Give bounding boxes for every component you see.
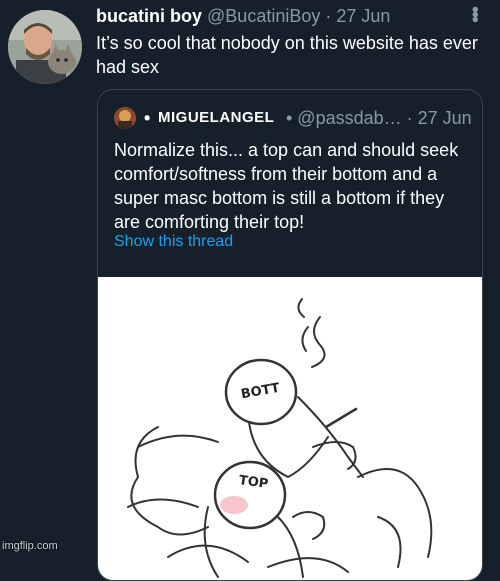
author-handle[interactable]: @BucatiniBoy bbox=[207, 6, 320, 26]
author-name[interactable]: bucatini boy bbox=[96, 6, 202, 26]
quoted-author-meta[interactable]: • @passdab… · 27 Jun bbox=[286, 106, 472, 130]
more-vertical-icon[interactable]: ••• bbox=[463, 4, 486, 24]
author-avatar[interactable] bbox=[8, 10, 82, 84]
quoted-author-avatar[interactable] bbox=[114, 107, 136, 129]
separator: · bbox=[325, 6, 332, 26]
tweet-text: It’s so cool that nobody on this website… bbox=[96, 33, 478, 77]
tweet-header: bucatini boy @BucatiniBoy · 27 Jun bbox=[96, 4, 390, 28]
author-avatar-image bbox=[8, 10, 82, 84]
tweet-date[interactable]: 27 Jun bbox=[336, 6, 390, 26]
quoted-author-name[interactable]: MIGUELANGEL bbox=[158, 106, 274, 130]
watermark: imgflip.com bbox=[2, 540, 58, 552]
sketch-illustration: BOTT TOP bbox=[127, 298, 433, 578]
quoted-bullet: • bbox=[144, 108, 151, 128]
quoted-tweet[interactable]: • MIGUELANGEL • @passdab… · 27 Jun Norma… bbox=[97, 89, 483, 581]
show-thread-link[interactable]: Show this thread bbox=[114, 233, 233, 251]
quoted-tweet-image[interactable]: BOTT TOP bbox=[98, 277, 482, 580]
quoted-tweet-text: Normalize this... a top can and should s… bbox=[114, 140, 459, 232]
quoted-author-avatar-image bbox=[114, 107, 136, 129]
tweet[interactable]: bucatini boy @BucatiniBoy · 27 Jun ••• I… bbox=[0, 0, 500, 581]
